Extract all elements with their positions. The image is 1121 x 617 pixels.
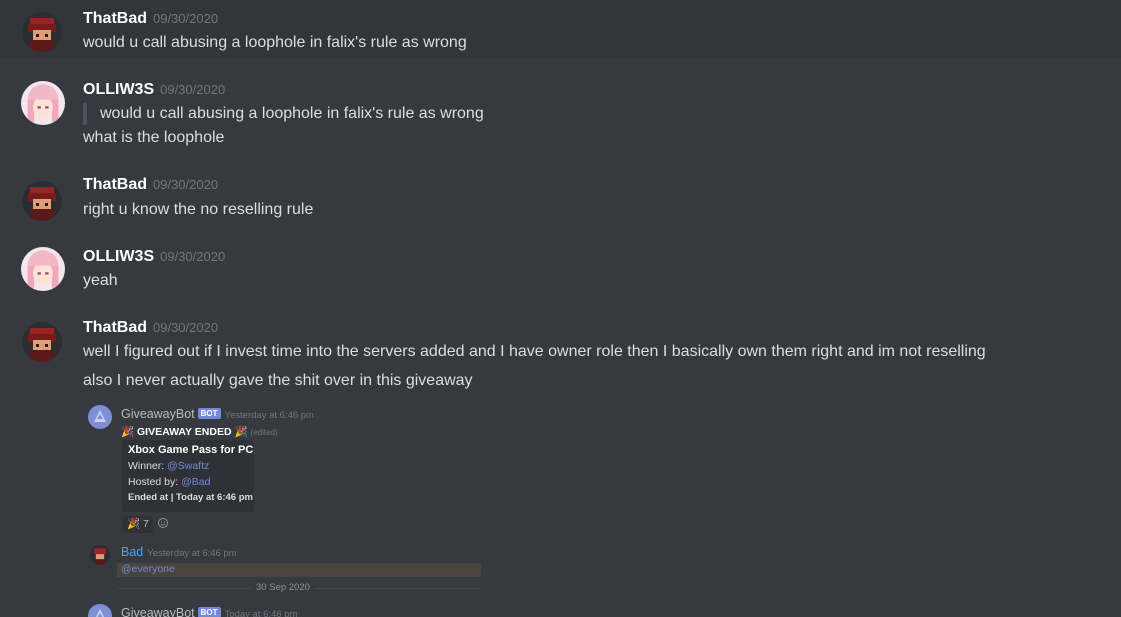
attached-screenshot[interactable]: GiveawayBot BOT Yesterday at 6:46 pm 🎉 GIV… xyxy=(83,398,483,617)
quote-bar xyxy=(83,103,87,125)
thatbad-avatar[interactable] xyxy=(22,181,62,221)
bad-timestamp: Yesterday at 6:46 pm xyxy=(147,548,237,559)
everyone-mention: @everyone xyxy=(121,563,175,575)
message-author[interactable]: ThatBad 09/30/2020 xyxy=(83,176,218,194)
message-author[interactable]: ThatBad 09/30/2020 xyxy=(83,10,218,28)
tada-icon: 🎉 xyxy=(121,426,135,438)
message-timestamp: 09/30/2020 xyxy=(153,320,219,335)
message-group: OLLIW3S 09/30/2020 would u call abusing a… xyxy=(0,57,1121,167)
olliw3s-avatar[interactable] xyxy=(21,247,65,291)
bot-timestamp: Today at 6:46 pm xyxy=(224,609,298,617)
message-text: would u call abusing a loophole in falix… xyxy=(83,34,467,51)
message-text: yeah xyxy=(83,272,118,289)
giveawaybot-avatar xyxy=(88,604,112,617)
embed-footer: Ended at | Today at 6:46 pm xyxy=(128,492,253,503)
message-author[interactable]: ThatBad 09/30/2020 xyxy=(83,319,218,337)
host-mention: @Bad xyxy=(181,476,211,488)
bad-name: Bad Yesterday at 6:46 pm xyxy=(121,545,237,559)
giveaway-embed: Xbox Game Pass for PC Winner: @Swaftz Ho… xyxy=(122,440,254,512)
reaction-count: 7 xyxy=(143,518,149,530)
message-group: ThatBad 09/30/2020 would u call abusing a… xyxy=(0,0,1121,57)
message-text: right u know the no reselling rule xyxy=(83,201,314,218)
giveawaybot-name: GiveawayBot BOT Today at 6:46 pm xyxy=(121,606,297,617)
message-author[interactable]: OLLIW3S 09/30/2020 xyxy=(83,81,225,99)
tada-icon: 🎉 xyxy=(127,518,141,530)
thatbad-avatar[interactable] xyxy=(22,322,62,362)
message-text: what is the loophole xyxy=(83,129,225,146)
tada-icon: 🎉 xyxy=(234,426,248,438)
olliw3s-avatar[interactable] xyxy=(21,81,65,125)
message-group: OLLIW3S 09/30/2020 yeah xyxy=(0,235,1121,305)
message-text: well I figured out if I invest time into… xyxy=(83,343,986,360)
date-separator: 30 Sep 2020 xyxy=(251,582,315,593)
bot-badge: BOT xyxy=(197,607,221,617)
message-timestamp: 09/30/2020 xyxy=(153,11,219,26)
message-timestamp: 09/30/2020 xyxy=(160,82,226,97)
embed-title: Xbox Game Pass for PC xyxy=(128,444,254,456)
giveawaybot-name: GiveawayBot BOT Yesterday at 6:46 pm xyxy=(121,407,314,421)
bot-timestamp: Yesterday at 6:46 pm xyxy=(224,410,314,421)
bot-badge: BOT xyxy=(197,408,221,419)
giveawaybot-avatar xyxy=(88,405,112,429)
embed-host: Hosted by: @Bad xyxy=(128,476,211,488)
quoted-text: would u call abusing a loophole in falix… xyxy=(100,105,484,122)
reaction-tada: 🎉 7 xyxy=(123,516,153,533)
thatbad-avatar[interactable] xyxy=(22,12,62,52)
message-text: also I never actually gave the shit over… xyxy=(83,372,473,389)
message-timestamp: 09/30/2020 xyxy=(160,249,226,264)
message-group: ThatBad 09/30/2020 right u know the no re… xyxy=(0,167,1121,235)
bad-avatar xyxy=(90,545,110,565)
message-timestamp: 09/30/2020 xyxy=(153,177,219,192)
edited-label: (edited) xyxy=(250,428,278,437)
embed-winner: Winner: @Swaftz xyxy=(128,460,210,472)
giveaway-header: 🎉 GIVEAWAY ENDED 🎉 (edited) xyxy=(121,426,278,438)
winner-mention: @Swaftz xyxy=(167,460,210,472)
message-author[interactable]: OLLIW3S 09/30/2020 xyxy=(83,248,225,266)
add-reaction-icon xyxy=(158,518,168,528)
